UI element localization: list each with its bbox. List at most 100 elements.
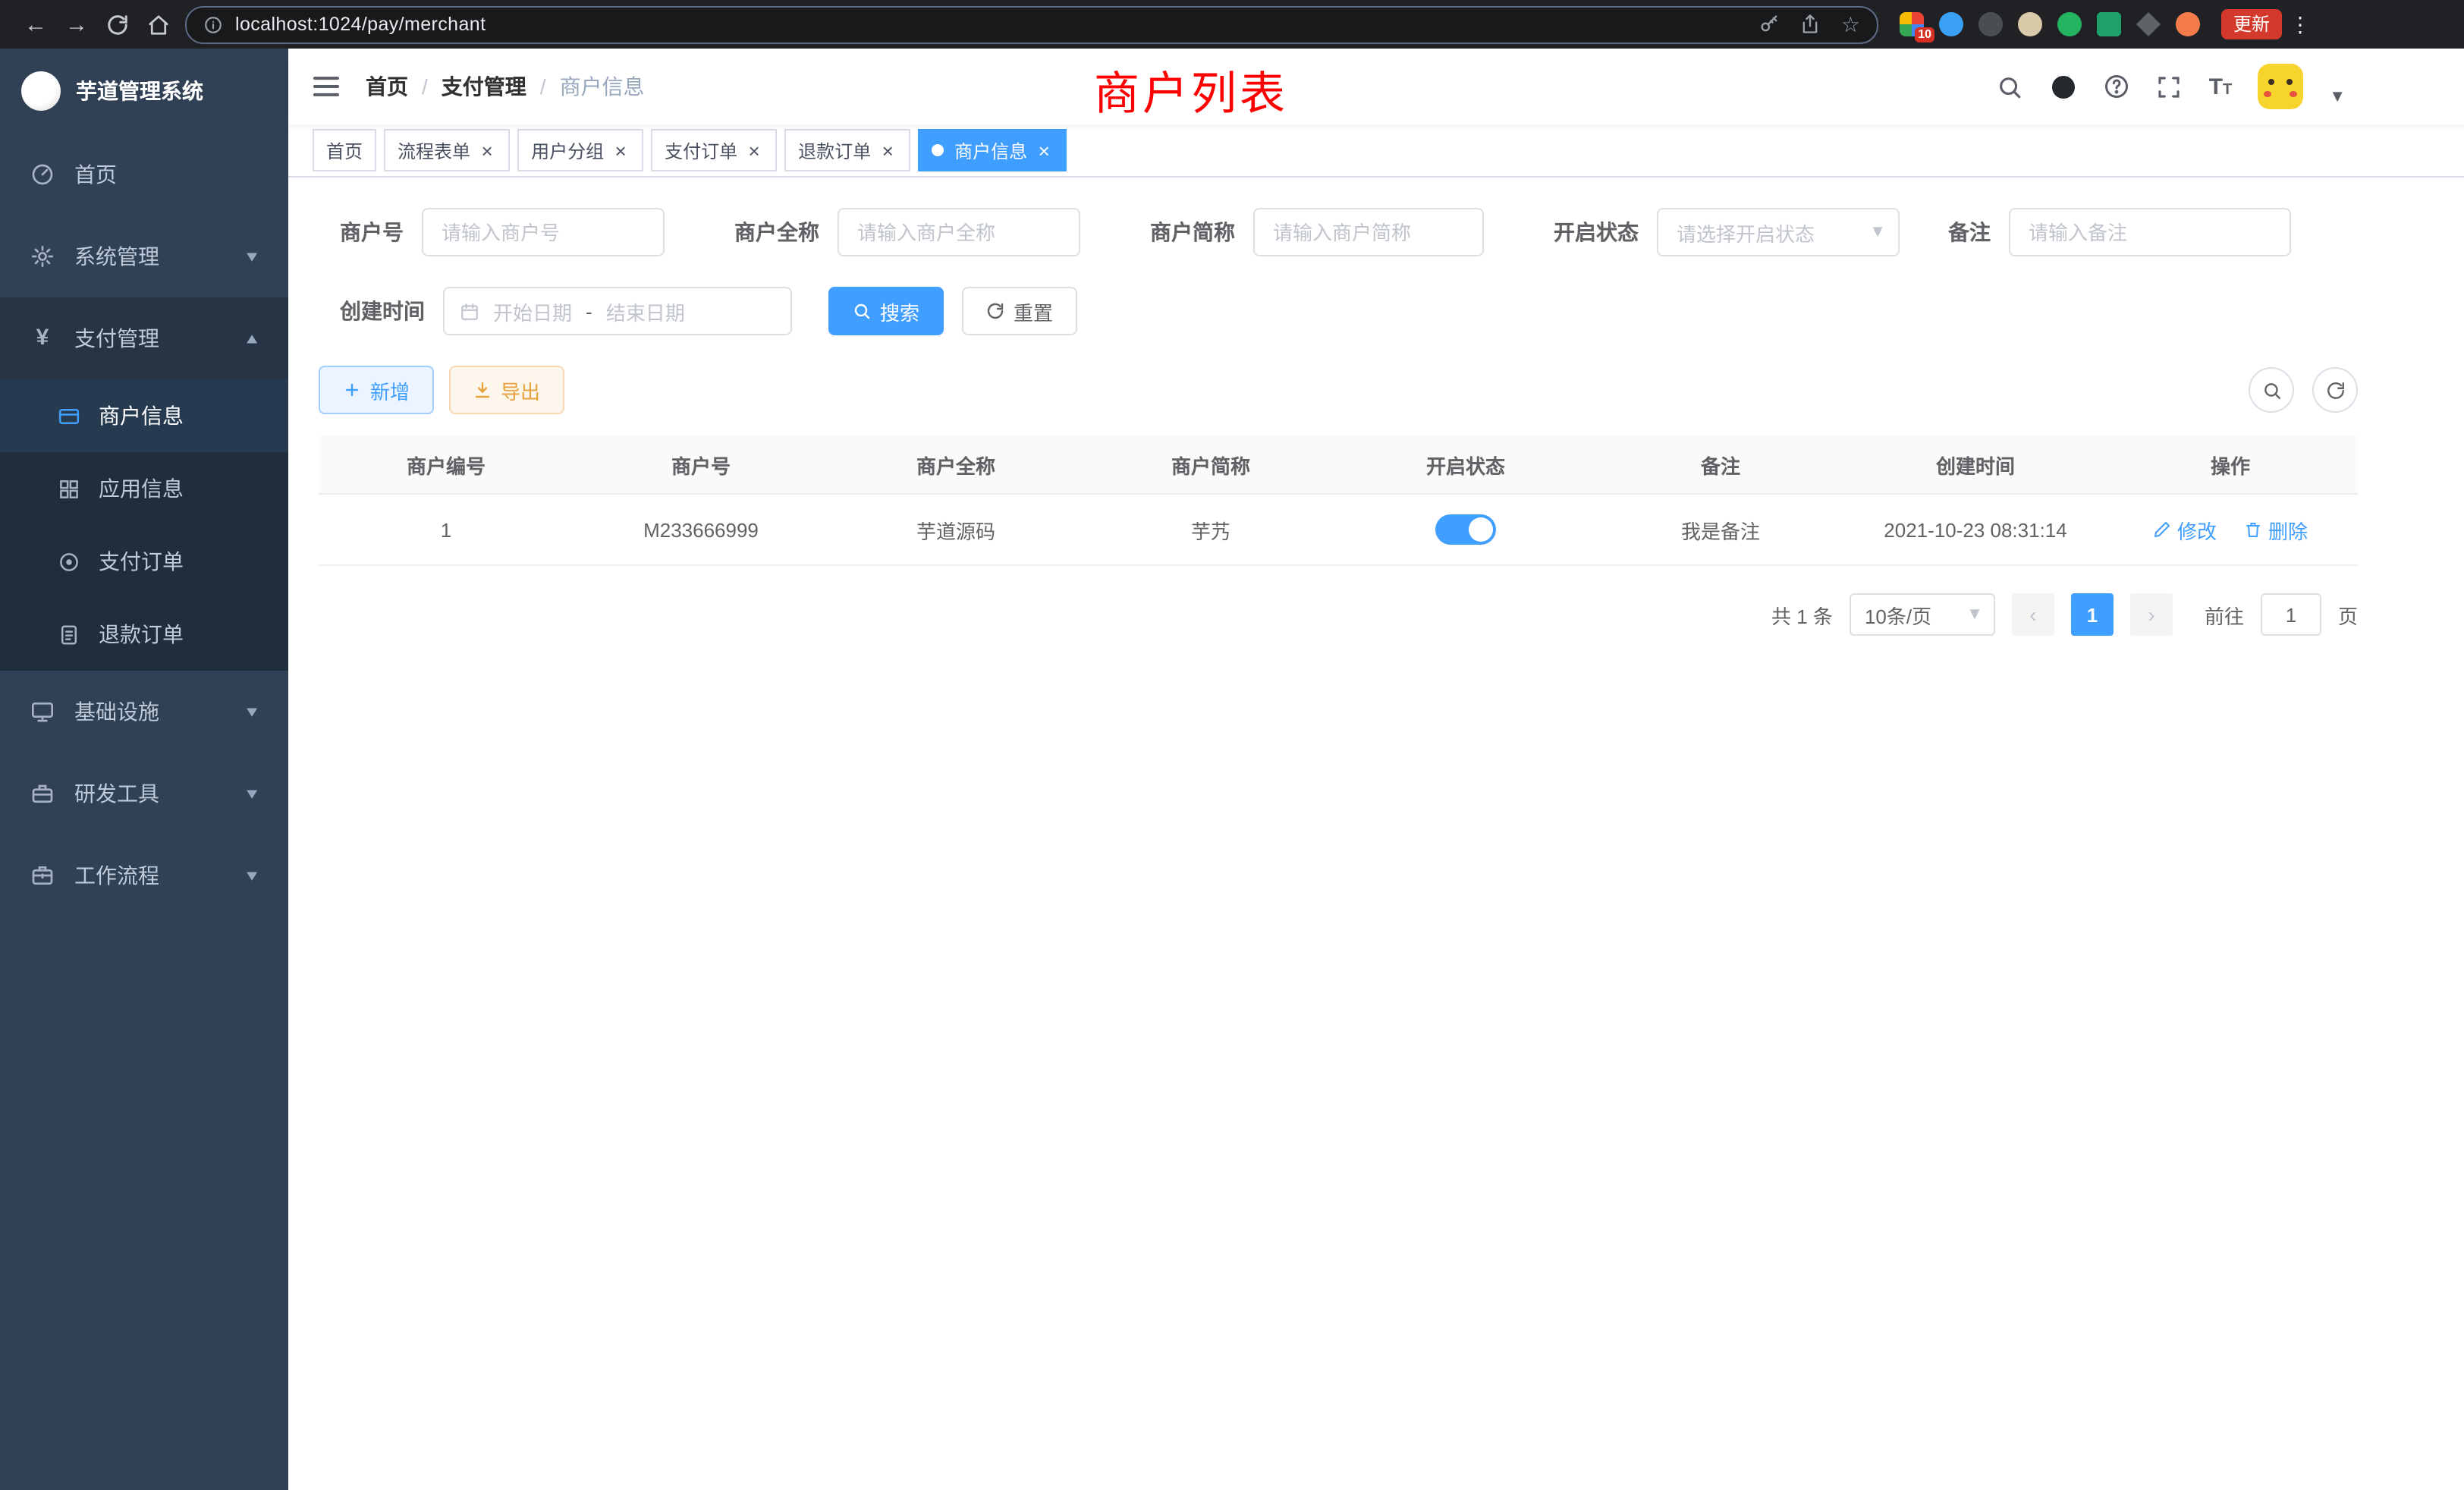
extension-dark-icon[interactable] (1978, 12, 2003, 36)
hamburger-icon[interactable] (311, 71, 341, 102)
status-select[interactable]: 请选择开启状态 ▼ (1657, 208, 1900, 256)
cell-status (1338, 494, 1593, 565)
filter-create-time: 创建时间 开始日期 - 结束日期 (319, 287, 792, 335)
url-bar[interactable]: localhost:1024/pay/merchant ☆ (185, 5, 1878, 43)
header-search-icon[interactable] (1997, 73, 2024, 100)
sidebar-item-home[interactable]: 首页 (0, 134, 288, 215)
reset-button[interactable]: 重置 (962, 287, 1077, 335)
sidebar-item-system[interactable]: 系统管理 ▼ (0, 215, 288, 297)
remark-input[interactable] (2009, 208, 2291, 256)
merchant-no-input[interactable] (422, 208, 665, 256)
font-size-icon[interactable]: TT (2209, 75, 2233, 98)
toggle-search-button[interactable] (2249, 367, 2294, 413)
table-header-row: 商户编号 商户号 商户全称 商户简称 开启状态 备注 创建时间 操作 (319, 435, 2358, 494)
chrome-update-button[interactable]: 更新 (2221, 9, 2282, 39)
short-name-input[interactable] (1253, 208, 1484, 256)
tab-pay-order[interactable]: 支付订单 × (651, 129, 777, 171)
add-button[interactable]: 新增 (319, 366, 434, 414)
url-text[interactable]: localhost:1024/pay/merchant (235, 14, 486, 35)
page-1-button[interactable]: 1 (2071, 593, 2114, 636)
calendar-icon (460, 301, 479, 321)
app-logo[interactable]: 芋道管理系统 (0, 49, 288, 134)
forward-button[interactable]: → (56, 4, 97, 45)
avatar-caret-icon[interactable]: ▼ (2329, 88, 2346, 106)
extension-notes-icon[interactable] (2097, 12, 2121, 36)
date-range-picker[interactable]: 开始日期 - 结束日期 (443, 287, 792, 335)
user-avatar[interactable] (2258, 64, 2303, 109)
main-area: 首页 / 支付管理 / 商户信息 (288, 49, 2464, 1490)
full-name-input[interactable] (838, 208, 1080, 256)
table-row: 1 M233666999 芋道源码 芋艿 我是备注 2021-10-23 08:… (319, 494, 2358, 565)
app-frame: 芋道管理系统 首页 系统管理 ▼ ¥ 支付管理 ▲ (0, 49, 2464, 1490)
sidebar-item-label: 基础设施 (74, 696, 159, 727)
tab-label: 首页 (326, 137, 363, 163)
cell-remark: 我是备注 (1593, 494, 1848, 565)
delete-link[interactable]: 删除 (2244, 515, 2308, 544)
sidebar-item-dev-tools[interactable]: 研发工具 ▼ (0, 753, 288, 835)
tab-home[interactable]: 首页 (313, 129, 376, 171)
sidebar-item-merchant-info[interactable]: 商户信息 (0, 379, 288, 452)
extension-green-circle-icon[interactable] (2057, 12, 2082, 36)
sidebar-item-refund-order[interactable]: 退款订单 (0, 598, 288, 671)
extensions-pin-icon[interactable] (2136, 12, 2161, 36)
pencil-icon (2153, 520, 2171, 539)
bookmark-star-icon[interactable]: ☆ (1841, 11, 1860, 37)
extension-orange-icon[interactable] (2176, 12, 2200, 36)
status-toggle[interactable] (1435, 514, 1496, 545)
tab-merchant-info[interactable]: 商户信息 × (918, 129, 1067, 171)
tab-user-group[interactable]: 用户分组 × (517, 129, 643, 171)
close-icon[interactable]: × (745, 140, 763, 160)
close-icon[interactable]: × (1035, 140, 1053, 160)
chevron-down-icon: ▼ (243, 248, 261, 265)
next-page-button[interactable]: › (2130, 593, 2173, 636)
close-icon[interactable]: × (611, 140, 630, 160)
back-button[interactable]: ← (15, 4, 56, 45)
extension-grid-icon[interactable]: 10 (1900, 12, 1924, 36)
sidebar-item-workflow[interactable]: 工作流程 ▼ (0, 835, 288, 916)
fullscreen-icon[interactable] (2156, 73, 2183, 100)
sidebar-item-label: 首页 (74, 159, 117, 190)
top-navbar: 首页 / 支付管理 / 商户信息 (288, 49, 2464, 124)
sidebar-item-pay-order[interactable]: 支付订单 (0, 525, 288, 598)
sidebar-item-infrastructure[interactable]: 基础设施 ▼ (0, 671, 288, 753)
goto-unit: 页 (2338, 600, 2358, 629)
breadcrumb-home[interactable]: 首页 (366, 71, 408, 102)
sidebar-item-app-info[interactable]: 应用信息 (0, 452, 288, 525)
goto-page-input[interactable] (2261, 593, 2321, 636)
close-icon[interactable]: × (878, 140, 897, 160)
briefcase-icon (30, 863, 55, 888)
chevron-down-icon: ▼ (1869, 223, 1886, 241)
browser-menu-icon[interactable]: ⋮ (2290, 11, 2311, 37)
refresh-icon (986, 302, 1004, 320)
monitor-icon (30, 699, 55, 724)
edit-link[interactable]: 修改 (2153, 515, 2217, 544)
breadcrumb-payment[interactable]: 支付管理 (442, 71, 526, 102)
github-icon[interactable] (2050, 73, 2077, 100)
sidebar-item-payment[interactable]: ¥ 支付管理 ▲ (0, 297, 288, 379)
tab-process-form[interactable]: 流程表单 × (384, 129, 510, 171)
export-button-label: 导出 (501, 376, 540, 404)
goto-label: 前往 (2205, 600, 2244, 629)
refresh-icon (2325, 380, 2345, 400)
chevron-down-icon: ▼ (243, 867, 261, 884)
refresh-table-button[interactable] (2312, 367, 2358, 413)
search-button[interactable]: 搜索 (828, 287, 944, 335)
extension-drop-icon[interactable] (1939, 12, 1963, 36)
share-icon[interactable] (1800, 14, 1821, 35)
page-size-select[interactable]: 10条/页 ▼ (1850, 593, 1995, 636)
home-button[interactable] (138, 4, 179, 45)
export-button[interactable]: 导出 (449, 366, 564, 414)
reset-button-label: 重置 (1014, 297, 1053, 325)
page-info-icon[interactable] (203, 14, 223, 34)
close-icon[interactable]: × (478, 140, 496, 160)
prev-page-button[interactable]: ‹ (2012, 593, 2054, 636)
cell-merchant-id: 1 (319, 494, 574, 565)
extension-avatar-icon[interactable] (2018, 12, 2042, 36)
tab-refund-order[interactable]: 退款订单 × (784, 129, 910, 171)
browser-window: ← → localhost:1024/pay/merchant ☆ (0, 0, 2464, 1490)
help-icon[interactable] (2103, 73, 2130, 100)
reload-icon (106, 13, 129, 36)
reload-button[interactable] (97, 4, 138, 45)
col-short-name: 商户简称 (1083, 435, 1338, 494)
password-key-icon[interactable] (1759, 14, 1780, 35)
